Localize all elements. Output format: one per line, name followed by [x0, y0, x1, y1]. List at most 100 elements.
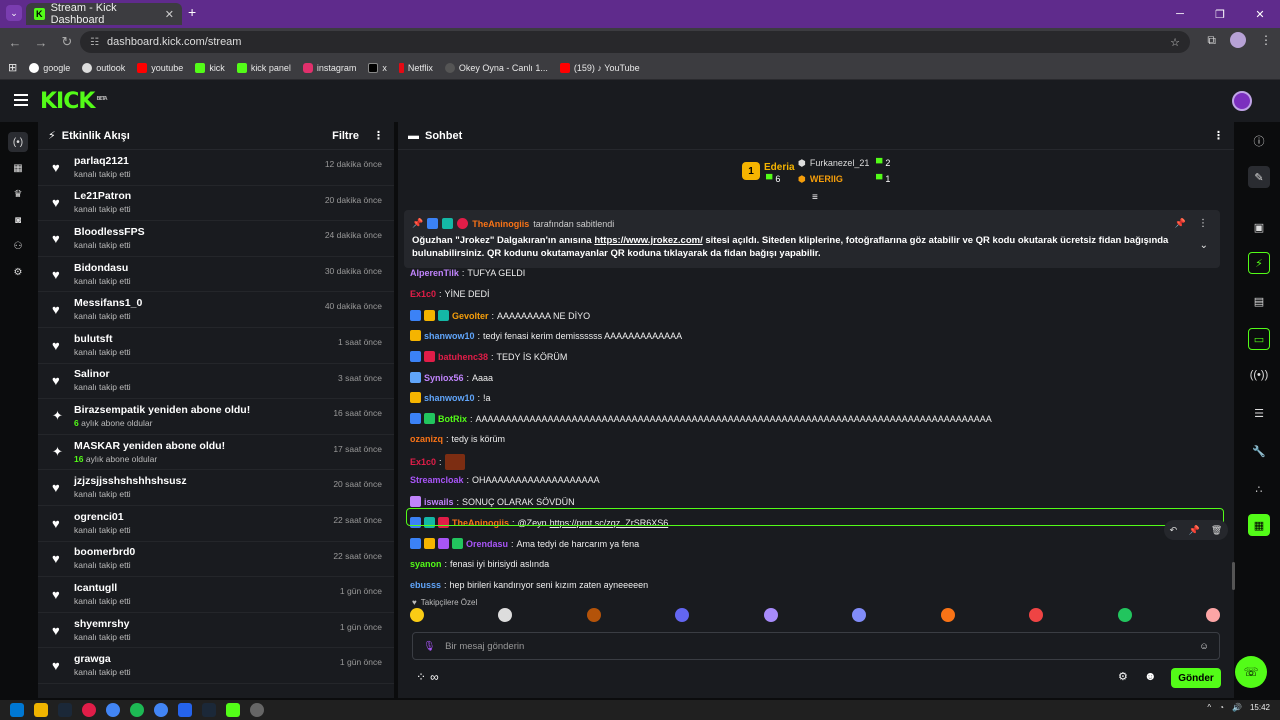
- chat-username[interactable]: BotRix: [438, 414, 467, 424]
- chat-message[interactable]: Ex1c0: YİNE DEDİ: [410, 289, 490, 299]
- browser-menu-icon[interactable]: ⋮: [1260, 33, 1272, 47]
- feed-item[interactable]: ♥ Salinor kanalı takip etti 3 saat önce: [38, 364, 394, 400]
- layers-icon[interactable]: ☰: [1248, 402, 1270, 424]
- feed-item[interactable]: ♥ boomerbrd0 kanalı takip etti 22 saat önce: [38, 542, 394, 578]
- emote-icon[interactable]: [852, 608, 867, 622]
- clip-icon[interactable]: ▦: [1248, 514, 1270, 536]
- bookmark-netflix[interactable]: Netflix: [398, 62, 433, 73]
- chat-settings-icon[interactable]: ⚙: [1118, 670, 1128, 683]
- emote-icon[interactable]: [763, 608, 778, 622]
- settings-icon[interactable]: ⚙: [8, 262, 28, 282]
- chat-username[interactable]: iswails: [424, 497, 454, 507]
- bookmark-instagram[interactable]: instagram: [302, 62, 356, 73]
- feed-item[interactable]: ♥ Le21Patron kanalı takip etti 20 dakika ön…: [38, 186, 394, 222]
- tab-search-icon[interactable]: ⌄: [6, 5, 22, 21]
- bookmark-youtube-2[interactable]: (159) ♪ YouTube: [559, 62, 640, 73]
- more-options-icon[interactable]: ⋮: [1198, 218, 1208, 229]
- volume-icon[interactable]: 🔊: [1232, 703, 1242, 712]
- menu-icon[interactable]: [14, 94, 28, 106]
- emote-picker-icon[interactable]: ☻: [1144, 669, 1157, 683]
- feed-item[interactable]: ✦ MASKAR yeniden abone oldu! 16 aylık abon…: [38, 435, 394, 471]
- wifi-icon[interactable]: ◔: [1219, 703, 1224, 712]
- emoji-icon[interactable]: ☺: [1199, 641, 1209, 652]
- emote-icon[interactable]: [1117, 608, 1132, 622]
- feed-item[interactable]: ✦ Birazsempatik yeniden abone oldu! 6 aylı…: [38, 399, 394, 435]
- info-icon[interactable]: ⓘ: [1248, 130, 1270, 152]
- reply-icon[interactable]: ↶: [1170, 525, 1178, 536]
- emote-icon[interactable]: [940, 608, 955, 622]
- feed-item[interactable]: ♥ bulutsft kanalı takip etti 1 saat önce: [38, 328, 394, 364]
- delete-icon[interactable]: 🗑: [1211, 525, 1222, 536]
- emote-icon[interactable]: [1029, 608, 1044, 622]
- pinned-link[interactable]: https://www.jrokez.com/: [594, 235, 702, 246]
- chevron-up-icon[interactable]: ^: [1207, 703, 1211, 712]
- feed-item[interactable]: ♥ ogrenci01 kanalı takip etti 22 saat önce: [38, 506, 394, 542]
- user-avatar[interactable]: [1232, 91, 1252, 111]
- close-tab-icon[interactable]: ✕: [165, 8, 174, 21]
- filter-button[interactable]: Filtre: [332, 130, 359, 142]
- bookmark-outlook[interactable]: outlook: [82, 62, 125, 73]
- community-icon[interactable]: ⚇: [8, 236, 28, 256]
- chat-message[interactable]: AlperenTilk: TUFYA GELDI: [410, 268, 525, 278]
- chat-message[interactable]: BotRix: AAAAAAAAAAAAAAAAAAAAAAAAAAAAAAAAA…: [410, 413, 992, 424]
- trophy-icon[interactable]: ♛: [8, 184, 28, 204]
- apps-icon[interactable]: ⊞: [8, 61, 17, 74]
- broadcast-signal-icon[interactable]: ((•)): [1248, 364, 1270, 386]
- browser-tab[interactable]: K Stream - Kick Dashboard ✕: [26, 2, 182, 26]
- emote-icon[interactable]: [1205, 608, 1220, 622]
- bookmark-google[interactable]: google: [29, 62, 70, 73]
- chat-message[interactable]: batuhenc38: TEDY İS KÖRÜM: [410, 351, 567, 362]
- emote-icon[interactable]: [410, 608, 424, 622]
- chat-message[interactable]: ozanizq: tedy is körüm: [410, 434, 505, 444]
- feed-item[interactable]: ♥ BloodlessFPS kanalı takip etti 24 dakika …: [38, 221, 394, 257]
- chat-message[interactable]: Ex1c0:: [410, 454, 465, 470]
- analytics-icon[interactable]: ▦: [8, 158, 28, 178]
- chat-message[interactable]: shanwow10: tedyi fenasi kerim demissssss …: [410, 330, 682, 341]
- chat-username[interactable]: batuhenc38: [438, 352, 488, 362]
- restore-icon[interactable]: ❐: [1200, 0, 1240, 28]
- steam-icon[interactable]: [58, 703, 72, 717]
- chat-icon[interactable]: ▭: [1248, 328, 1270, 350]
- bookmark-youtube[interactable]: youtube: [137, 62, 183, 73]
- emote-icon[interactable]: [498, 608, 513, 622]
- chat-username[interactable]: shanwow10: [424, 393, 475, 403]
- explorer-icon[interactable]: [34, 703, 48, 717]
- moderation-icon[interactable]: ◙: [8, 210, 28, 230]
- chrome-icon[interactable]: [106, 703, 120, 717]
- profile-avatar-icon[interactable]: [1230, 32, 1246, 48]
- bookmark-star-icon[interactable]: ☆: [1170, 36, 1180, 49]
- bookmark-kick-panel[interactable]: kick panel: [236, 62, 291, 73]
- app-icon[interactable]: [250, 703, 264, 717]
- feed-item[interactable]: ♥ Bidondasu kanalı takip etti 30 dakika önc…: [38, 257, 394, 293]
- chat-message[interactable]: syanon: fenasi iyi birisiydi aslında: [410, 559, 549, 569]
- send-button[interactable]: Gönder: [1171, 668, 1221, 688]
- sources-icon[interactable]: ∴: [1248, 478, 1270, 500]
- microphone-icon[interactable]: 🎙: [423, 641, 435, 652]
- pinned-by-user[interactable]: TheAninogiis: [472, 219, 529, 229]
- chat-message[interactable]: Streamcloak: OHAAAAAAAAAAAAAAAAAAA: [410, 475, 600, 485]
- chat-username[interactable]: Ex1c0: [410, 289, 436, 299]
- chat-input[interactable]: 🎙 Bir mesaj gönderin ☺: [412, 632, 1220, 660]
- document-icon[interactable]: ▤: [1248, 290, 1270, 312]
- kicks-icon[interactable]: ⁘: [416, 670, 426, 684]
- feed-item[interactable]: ♥ shyemrshy kanalı takip etti 1 gün önce: [38, 613, 394, 649]
- chat-username[interactable]: Gevolter: [452, 311, 489, 321]
- address-bar[interactable]: ☷ dashboard.kick.com/stream ☆: [80, 31, 1190, 53]
- chat-username[interactable]: Streamcloak: [410, 475, 464, 485]
- minimize-icon[interactable]: ─: [1160, 0, 1200, 28]
- pin-icon[interactable]: 📌: [1175, 218, 1186, 229]
- chat-message[interactable]: shanwow10: !a: [410, 392, 491, 403]
- screen-icon[interactable]: ▣: [1248, 216, 1270, 238]
- scroll-down-icon[interactable]: ≡: [812, 192, 818, 203]
- feed-item[interactable]: ♥ Icantugll kanalı takip etti 1 gün önce: [38, 577, 394, 613]
- forward-icon[interactable]: →: [30, 35, 52, 50]
- spotify-icon[interactable]: [130, 703, 144, 717]
- opera-icon[interactable]: [82, 703, 96, 717]
- chat-message[interactable]: Orendasu: Ama tedyi de harcarım ya fena: [410, 538, 639, 549]
- feed-item[interactable]: ♥ grawga kanalı takip etti 1 gün önce: [38, 648, 394, 684]
- chat-username[interactable]: syanon: [410, 559, 442, 569]
- chat-username[interactable]: Syniox56: [424, 373, 464, 383]
- site-info-icon[interactable]: ☷: [90, 37, 99, 48]
- chrome-active-icon[interactable]: [154, 703, 168, 717]
- support-chat-icon[interactable]: ☏: [1235, 656, 1267, 688]
